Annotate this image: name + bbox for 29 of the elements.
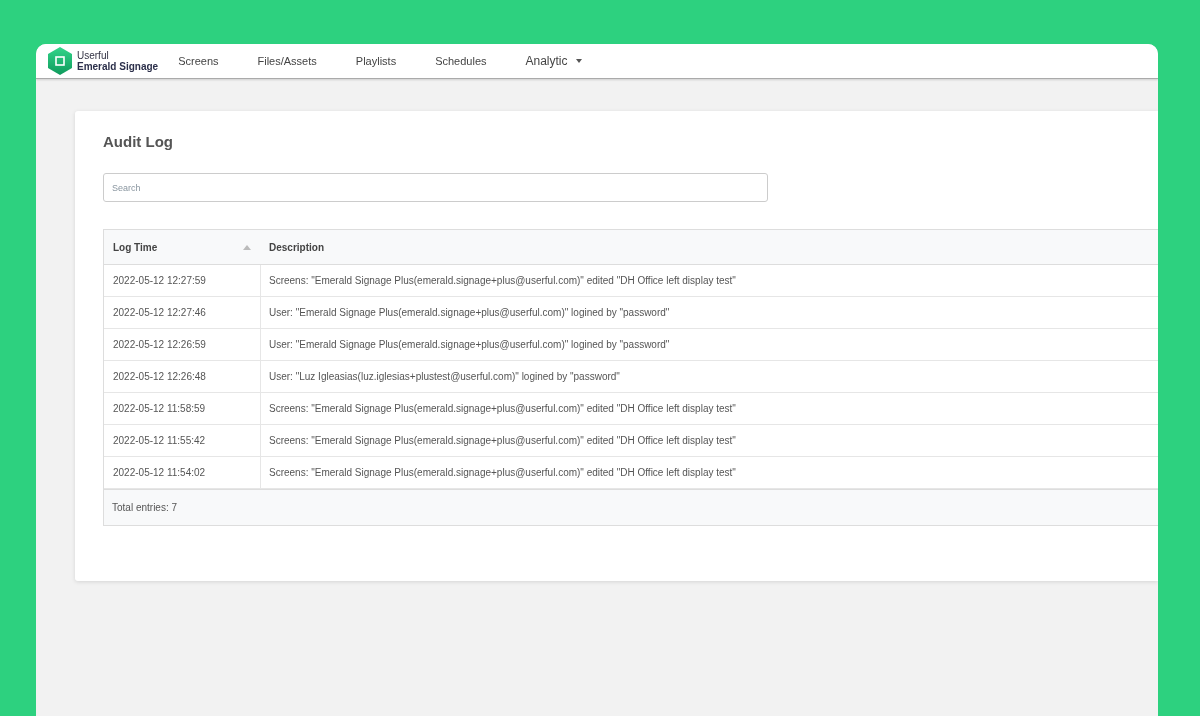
- caret-icon: [575, 59, 582, 63]
- nav-link[interactable]: Screens: [167, 55, 230, 67]
- search-field[interactable]: Search: [103, 173, 768, 202]
- column-header: Description: [268, 240, 325, 255]
- brand-name: Emerald Signage: [77, 61, 159, 72]
- nav-link[interactable]: Files/Assets: [246, 55, 328, 67]
- page-title: Audit Log: [103, 133, 174, 150]
- nav-link[interactable]: Schedules: [424, 55, 498, 67]
- nav-dropdown[interactable]: Analytic: [514, 54, 593, 68]
- total-entries: Total entries: 7: [104, 489, 1158, 525]
- table-cell-text: User: "Emerald Signage Plus(emerald.signage+plus@userful.com)" logined by "password": [268, 306, 671, 320]
- table-cell: 2022-05-12 12:26:48: [104, 361, 261, 392]
- hexagon-logo-icon: [48, 47, 72, 75]
- table-cell-text: User: "Emerald Signage Plus(emerald.signage+plus@userful.com)" logined by "password": [268, 338, 671, 352]
- table-cell: 2022-05-12 12:27:59: [104, 265, 261, 296]
- table-cell-text: Screens: "Emerald Signage Plus(emerald.signage+plus@userful.com)" edited "DH Office left display test": [268, 466, 737, 480]
- table-cell-text: Screens: "Emerald Signage Plus(emerald.signage+plus@userful.com)" edited "DH Office left display test": [268, 434, 737, 448]
- table-cell: 2022-05-12 12:26:59: [104, 329, 261, 360]
- table-cell: 2022-05-12 11:54:02: [104, 457, 261, 488]
- sort-up-icon[interactable]: [243, 244, 251, 250]
- nav-link[interactable]: Playlists: [344, 55, 408, 67]
- table-cell: 2022-05-12 11:58:59: [104, 393, 261, 424]
- table-cell: 2022-05-12 12:27:46: [104, 297, 261, 328]
- table-cell-text: Screens: "Emerald Signage Plus(emerald.signage+plus@userful.com)" edited "DH Office left display test": [268, 402, 737, 416]
- table-cell: 2022-05-12 11:55:42: [104, 425, 261, 456]
- table-cell-text: User: "Luz Igleasias(luz.iglesias+plustest@userful.com)" logined by "password": [268, 370, 621, 384]
- column-header[interactable]: Log Time: [104, 230, 261, 264]
- brand-name: Userful: [77, 50, 110, 61]
- table-cell-text: Screens: "Emerald Signage Plus(emerald.signage+plus@userful.com)" edited "DH Office left display test": [268, 274, 737, 288]
